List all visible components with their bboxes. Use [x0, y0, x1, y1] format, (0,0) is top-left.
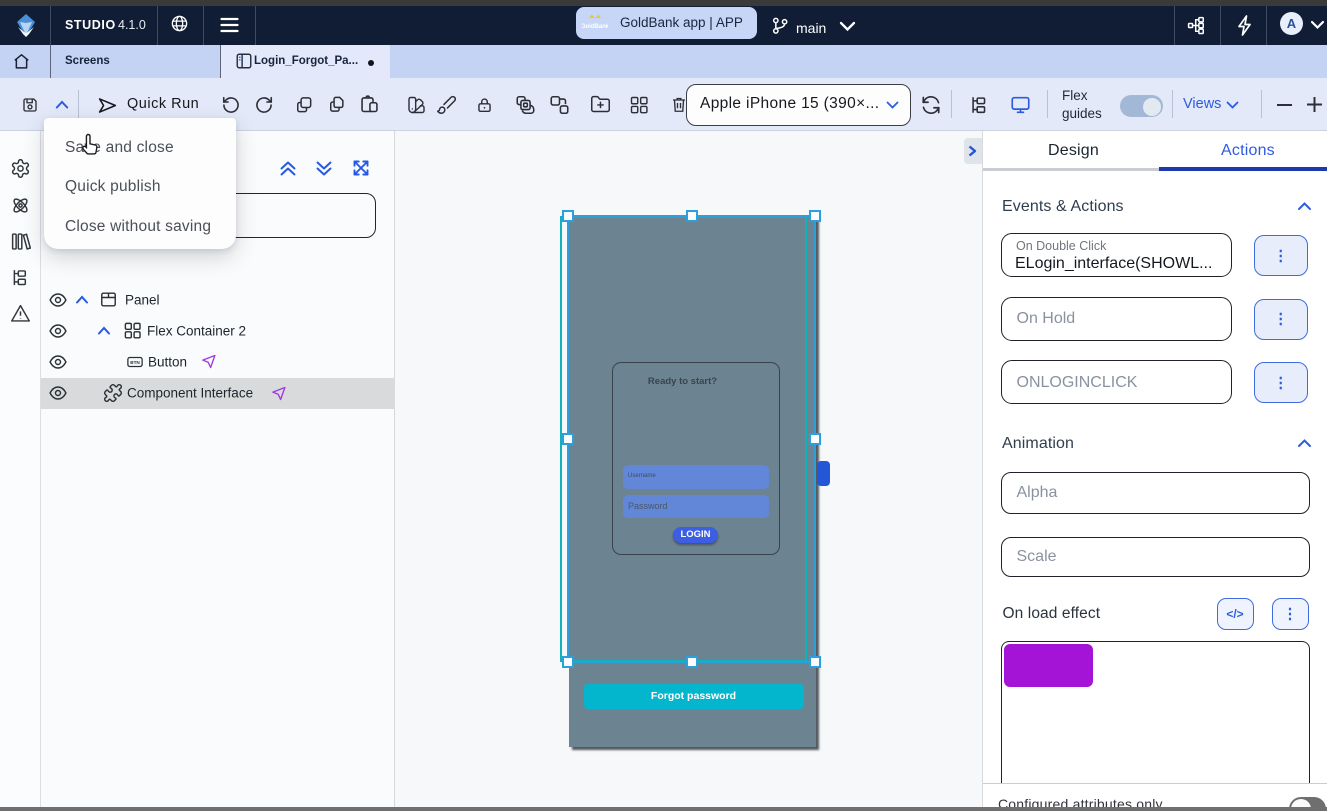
svg-text:BTN: BTN	[130, 360, 140, 365]
svg-text:GoldBank: GoldBank	[582, 24, 608, 30]
